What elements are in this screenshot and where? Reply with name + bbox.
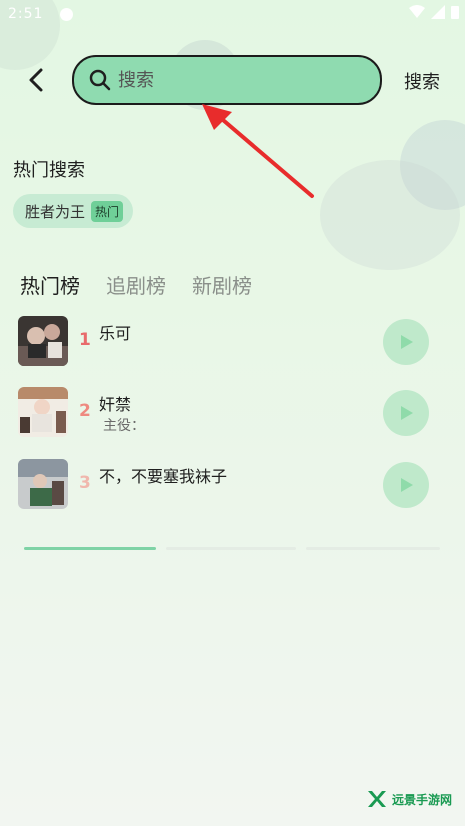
- rank-number: 1: [79, 330, 91, 350]
- item-subtitle: 主役：: [103, 418, 145, 434]
- play-button[interactable]: [383, 319, 429, 365]
- rank-number: 3: [79, 473, 91, 493]
- search-input[interactable]: [116, 68, 360, 92]
- list-item[interactable]: 2 奸禁 主役：: [18, 387, 438, 439]
- play-icon: [401, 335, 413, 349]
- tab-following[interactable]: 追剧榜: [106, 270, 166, 299]
- hot-search-chip[interactable]: 胜者为王 热门: [13, 194, 134, 228]
- watermark-logo-icon: [368, 791, 386, 807]
- hot-badge: 热门: [91, 200, 124, 222]
- list-item[interactable]: 3 不，不要塞我袜子: [18, 459, 438, 511]
- search-button[interactable]: 搜索: [404, 68, 440, 94]
- pager-indicator: [166, 547, 296, 550]
- play-button[interactable]: [383, 390, 429, 436]
- notification-icon: [60, 8, 73, 21]
- ranking-tabs: 热门榜 追剧榜 新剧榜: [20, 270, 252, 299]
- cover-image: [18, 316, 68, 366]
- play-button[interactable]: [383, 462, 429, 508]
- list-item[interactable]: 1 乐可: [18, 316, 438, 368]
- play-icon: [401, 478, 413, 492]
- cover-image: [18, 387, 68, 437]
- play-icon: [401, 406, 413, 420]
- status-icons: [409, 5, 459, 19]
- pager-indicator: [306, 547, 440, 550]
- annotation-arrow: [202, 104, 314, 198]
- search-box[interactable]: [72, 55, 382, 105]
- watermark-text: 远景手游网: [392, 792, 453, 807]
- status-time: 2:51: [8, 6, 44, 22]
- wifi-icon: [409, 5, 425, 18]
- tab-hot[interactable]: 热门榜: [20, 270, 80, 299]
- hot-search-title: 热门搜索: [13, 160, 85, 181]
- search-icon: [89, 69, 111, 91]
- background-decoration: [320, 160, 460, 270]
- pager-indicator-active: [24, 547, 156, 550]
- cover-image: [18, 459, 68, 509]
- tab-new[interactable]: 新剧榜: [192, 270, 252, 299]
- item-title: 乐可: [99, 324, 132, 343]
- watermark: 远景手游网: [366, 788, 452, 810]
- signal-icon: [431, 5, 445, 19]
- chevron-left-icon: [29, 68, 43, 92]
- item-title: 奸禁: [99, 395, 132, 414]
- battery-icon: [451, 6, 459, 19]
- back-button[interactable]: [20, 62, 52, 98]
- hot-search-chip-label: 胜者为王: [25, 202, 86, 221]
- rank-number: 2: [79, 401, 91, 421]
- item-title: 不，不要塞我袜子: [99, 467, 228, 486]
